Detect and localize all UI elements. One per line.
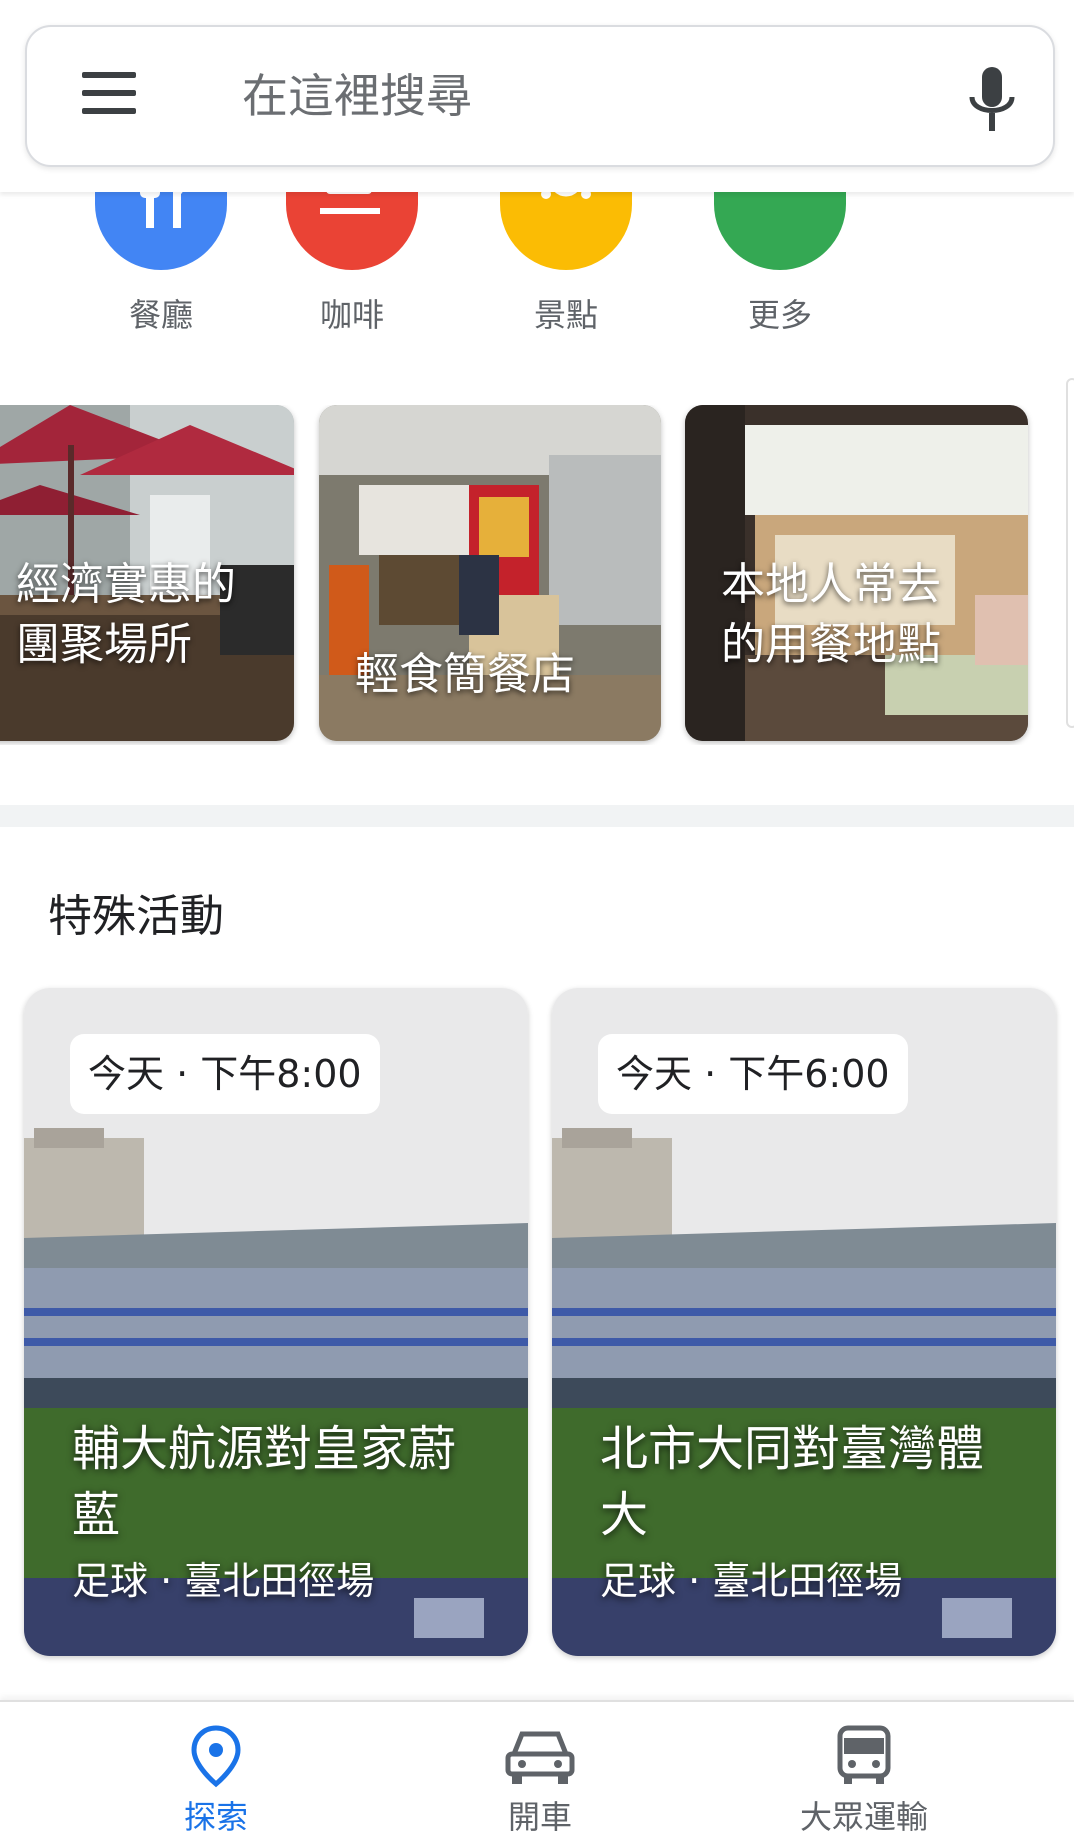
category-label: 更多 — [747, 296, 812, 334]
place-card-budget-gathering[interactable]: 經濟實惠的 團聚場所 — [0, 405, 294, 741]
nav-label: 大眾運輸 — [799, 1798, 928, 1836]
place-card-title: 經濟實惠的 — [16, 559, 236, 610]
nav-explore[interactable]: 探索 — [116, 1724, 316, 1844]
category-label: 景點 — [533, 296, 598, 334]
nav-transit[interactable]: 大眾運輸 — [764, 1724, 964, 1844]
event-subtitle: 足球 · 臺北田徑場 — [600, 1559, 903, 1603]
event-title-line: 北市大同對臺灣體 — [600, 1421, 985, 1477]
place-card-title: 本地人常去 — [721, 559, 941, 610]
place-collections-carousel[interactable]: 經濟實惠的 團聚場所 輕食簡餐店 本地人常去 的用餐地點 — [0, 405, 1074, 745]
event-title: 北市大同對臺灣體 大 — [600, 1416, 1020, 1548]
location-pin-icon — [191, 1725, 241, 1788]
category-label: 咖啡 — [319, 296, 384, 334]
bottom-navigation: 探索 開車 大眾運輸 — [0, 1700, 1074, 1845]
event-title-line: 輔大航源對皇家蔚 — [72, 1421, 457, 1477]
search-box[interactable] — [25, 25, 1055, 167]
car-icon — [505, 1731, 575, 1784]
bus-icon — [837, 1725, 891, 1784]
place-card-local-favorites[interactable]: 本地人常去 的用餐地點 — [685, 405, 1028, 741]
place-card-title: 團聚場所 — [16, 619, 192, 670]
nav-driving[interactable]: 開車 — [440, 1724, 640, 1844]
nav-label: 開車 — [507, 1798, 572, 1836]
search-input[interactable] — [242, 61, 942, 131]
event-title-line: 藍 — [72, 1487, 121, 1543]
section-divider — [0, 805, 1074, 827]
event-card[interactable]: 今天 · 下午8:00 輔大航源對皇家蔚 藍 足球 · 臺北田徑場 — [24, 988, 528, 1656]
next-card-peek — [1066, 378, 1074, 728]
nav-label: 探索 — [183, 1798, 248, 1836]
event-card[interactable]: 今天 · 下午6:00 北市大同對臺灣體 大 足球 · 臺北田徑場 — [552, 988, 1056, 1656]
hamburger-menu-icon[interactable] — [79, 70, 139, 120]
event-subtitle: 足球 · 臺北田徑場 — [72, 1559, 375, 1603]
event-title-line: 大 — [600, 1487, 649, 1543]
place-card-title: 的用餐地點 — [721, 619, 941, 670]
section-title: 特殊活動 — [48, 891, 224, 942]
category-label: 餐廳 — [128, 296, 193, 334]
event-time-badge: 今天 · 下午8:00 — [70, 1034, 380, 1114]
place-card-light-meal[interactable]: 輕食簡餐店 — [319, 405, 661, 741]
event-time-badge: 今天 · 下午6:00 — [598, 1034, 908, 1114]
top-search-bar — [0, 0, 1074, 192]
event-title: 輔大航源對皇家蔚 藍 — [72, 1416, 492, 1548]
microphone-icon[interactable] — [962, 65, 1022, 135]
place-card-title: 輕食簡餐店 — [355, 649, 575, 700]
